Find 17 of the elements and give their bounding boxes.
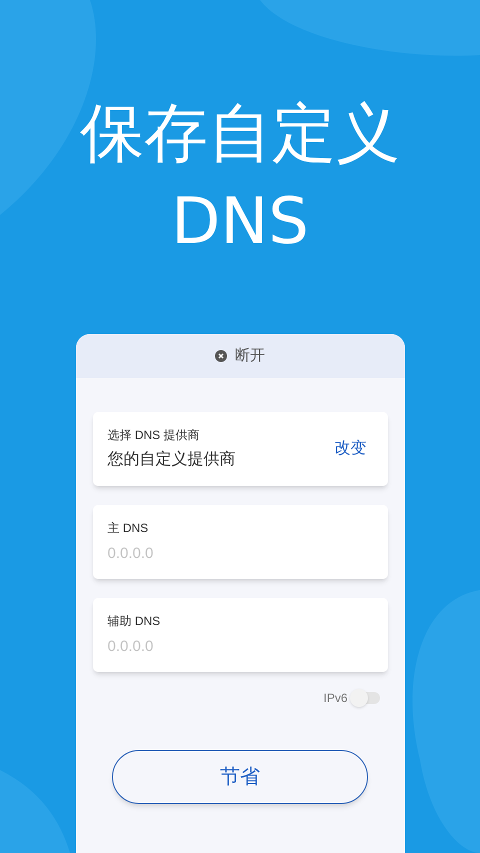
provider-label: 选择 DNS 提供商 xyxy=(108,427,201,444)
input-field[interactable]: 0.0.0.0 xyxy=(108,636,372,658)
field-label: 主 DNS xyxy=(108,520,150,537)
close-icon xyxy=(215,350,227,362)
ipv6-switch[interactable] xyxy=(350,689,380,707)
dns-field[interactable]: 主 DNS 0.0.0.0 xyxy=(92,505,388,579)
input-field[interactable]: 0.0.0.0 xyxy=(108,542,372,566)
provider-value: 您的自定义提供商 xyxy=(108,450,236,470)
change-link[interactable]: 改变 xyxy=(334,437,366,461)
headline: DNS xyxy=(171,184,309,261)
headline: 保存自定义 xyxy=(80,96,400,173)
provider-card[interactable]: 选择 DNS 提供商 您的自定义提供商 改变 xyxy=(92,412,388,486)
field-label: 辅助 DNS xyxy=(108,612,162,630)
status-label: 断开 xyxy=(235,346,265,366)
ipv6-label: IPv6 xyxy=(323,690,348,707)
dns-field[interactable]: 辅助 DNS 0.0.0.0 xyxy=(92,598,388,672)
save-button[interactable]: 节省 xyxy=(112,750,368,804)
